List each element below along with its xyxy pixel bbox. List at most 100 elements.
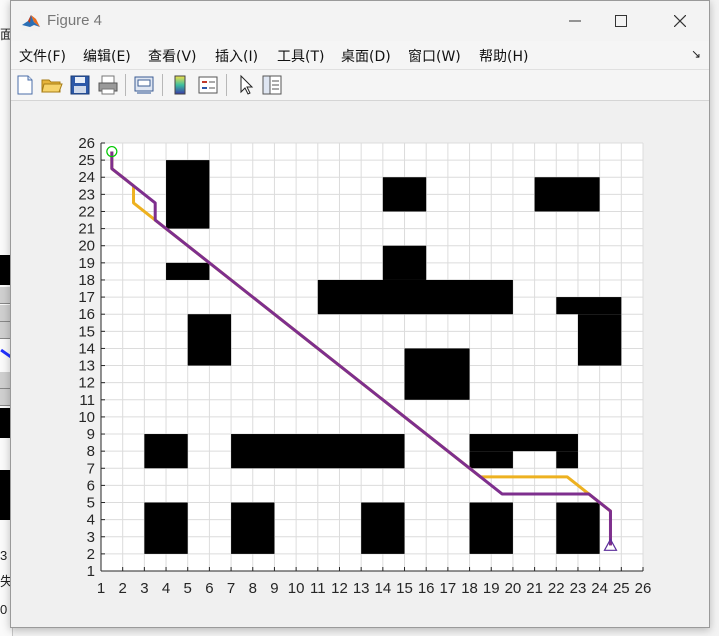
print-preview-icon[interactable]	[133, 74, 155, 96]
y-tick-label: 10	[78, 409, 95, 426]
obstacle-block	[534, 177, 600, 212]
obstacle-block	[382, 177, 427, 212]
path-planning-plot[interactable]: 1 2 3 4 5 6 7 8 9 10 11 12 13 14 15 16 17 18 19 20 21 22 23 24 2…	[11, 101, 709, 627]
window-title: Figure 4	[47, 12, 103, 29]
y-tick-label: 23	[78, 186, 95, 203]
y-tick-label: 11	[79, 392, 95, 409]
obstacle-block	[144, 502, 188, 554]
colorbar-icon[interactable]	[169, 74, 191, 96]
y-tick-label: 13	[78, 358, 95, 375]
close-button[interactable]	[657, 1, 703, 41]
menu-file[interactable]: 文件(F)	[19, 46, 66, 66]
y-tick-label: 4	[87, 512, 95, 529]
y-tick-label: 1	[87, 563, 95, 580]
x-tick-label: 4	[162, 580, 170, 597]
figure-toolbar	[11, 70, 709, 101]
obstacle-block	[469, 502, 513, 554]
obstacle-block	[166, 262, 210, 280]
menu-bar: 文件(F) 编辑(E) 查看(V) 插入(I) 工具(T) 桌面(D) 窗口(W…	[11, 41, 709, 70]
x-tick-label: 1	[97, 580, 105, 597]
obstacle-block	[231, 502, 275, 554]
figure-window: Figure 4 文件(F) 编辑(E) 查看(V) 插入(I) 工具(T) 桌…	[10, 0, 710, 628]
obstacle-block	[317, 279, 513, 315]
y-tick-label: 18	[78, 272, 95, 289]
menu-tools[interactable]: 工具(T)	[277, 46, 324, 66]
y-tick-label: 22	[78, 203, 95, 220]
obstacle-block	[556, 502, 600, 554]
x-tick-label: 23	[570, 580, 587, 597]
toolbar-separator	[162, 74, 163, 96]
y-tick-label: 16	[78, 306, 95, 323]
x-tick-label: 16	[418, 580, 435, 597]
y-tick-label: 5	[87, 495, 95, 512]
y-tick-label: 3	[87, 529, 95, 546]
obstacle-block	[556, 297, 622, 315]
y-tick-label: 25	[78, 152, 95, 169]
obstacle-block	[404, 348, 470, 400]
obstacle-block	[231, 434, 405, 469]
x-tick-label: 6	[205, 580, 213, 597]
toolbar-separator	[125, 74, 126, 96]
menu-insert[interactable]: 插入(I)	[215, 46, 258, 66]
y-tick-label: 21	[78, 221, 95, 238]
legend-icon[interactable]	[197, 74, 219, 96]
x-tick-label: 17	[440, 580, 457, 597]
obstacle-block	[144, 434, 188, 469]
title-bar[interactable]: Figure 4	[11, 1, 709, 41]
x-tick-label: 10	[288, 580, 305, 597]
x-tick-label: 20	[505, 580, 522, 597]
matlab-logo-icon	[21, 11, 41, 31]
edit-plot-arrow-icon[interactable]	[235, 74, 257, 96]
save-icon[interactable]	[69, 74, 91, 96]
x-tick-label: 19	[483, 580, 500, 597]
x-tick-label: 8	[249, 580, 257, 597]
obstacle-block	[187, 314, 232, 366]
y-tick-label: 6	[87, 477, 95, 494]
y-tick-label: 14	[78, 340, 95, 357]
toolbar-separator	[226, 74, 227, 96]
x-tick-label: 15	[396, 580, 413, 597]
property-inspector-icon[interactable]	[261, 74, 283, 96]
menu-desktop[interactable]: 桌面(D)	[341, 46, 391, 66]
maximize-icon	[615, 15, 627, 27]
figure-canvas: 1 2 3 4 5 6 7 8 9 10 11 12 13 14 15 16 17 18 19 20 21 22 23 24 2…	[11, 101, 709, 627]
x-tick-label: 3	[140, 580, 148, 597]
y-tick-label: 12	[78, 375, 95, 392]
x-tick-label: 18	[461, 580, 478, 597]
x-tick-label: 13	[353, 580, 370, 597]
x-tick-label: 21	[526, 580, 543, 597]
obstacle-block	[166, 160, 210, 229]
menu-overflow-icon[interactable]: ↘	[691, 47, 701, 61]
obstacle-block	[469, 451, 513, 469]
y-tick-label: 2	[87, 546, 95, 563]
minimize-button[interactable]	[552, 1, 598, 41]
menu-view[interactable]: 查看(V)	[148, 46, 197, 66]
maximize-button[interactable]	[598, 1, 644, 41]
y-tick-label: 17	[78, 289, 95, 306]
x-tick-label: 5	[184, 580, 192, 597]
menu-help[interactable]: 帮助(H)	[479, 46, 528, 66]
y-tick-label: 8	[87, 443, 95, 460]
x-tick-label: 22	[548, 580, 565, 597]
menu-edit[interactable]: 编辑(E)	[83, 46, 131, 66]
background-text-fragment: 0	[0, 602, 8, 617]
y-tick-label: 26	[78, 135, 95, 152]
x-tick-label: 12	[331, 580, 348, 597]
obstacle-block	[382, 245, 427, 280]
open-folder-icon[interactable]	[41, 74, 63, 96]
y-tick-label: 24	[78, 169, 95, 186]
x-tick-label: 7	[227, 580, 235, 597]
background-text-fragment: 3	[0, 548, 8, 563]
menu-window[interactable]: 窗口(W)	[408, 46, 461, 66]
y-tick-label: 19	[78, 255, 95, 272]
y-tick-label: 9	[87, 426, 95, 443]
print-icon[interactable]	[97, 74, 119, 96]
y-tick-label: 20	[78, 238, 95, 255]
obstacle-block	[577, 314, 622, 366]
x-tick-label: 9	[270, 580, 278, 597]
close-icon	[674, 15, 686, 27]
minimize-icon	[569, 20, 581, 22]
x-tick-label: 14	[374, 580, 391, 597]
x-tick-label: 24	[591, 580, 608, 597]
new-file-icon[interactable]	[14, 74, 36, 96]
